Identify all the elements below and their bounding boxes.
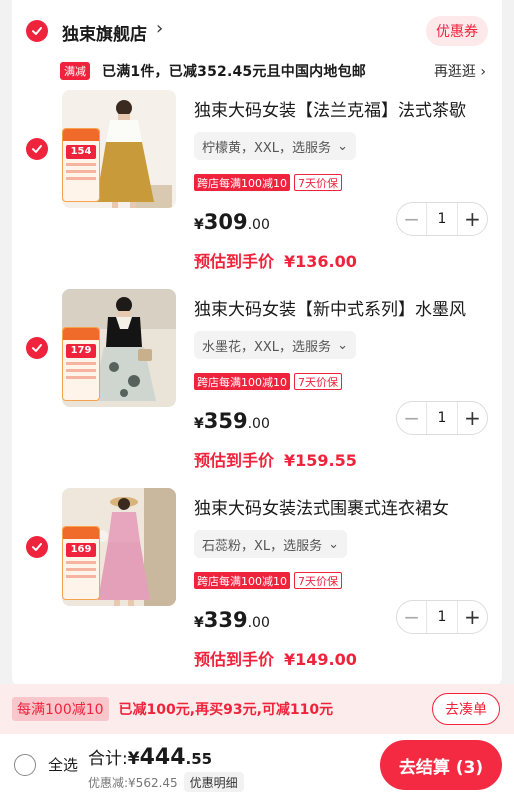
total-currency: ¥ [127,749,140,769]
select-all-radio-icon[interactable] [14,754,36,776]
total-amount: 合计:¥444.55 [88,744,212,770]
price-decimal: .00 [247,217,270,233]
browse-more-link[interactable]: 再逛逛 › [434,61,486,81]
promo-bar-text: 已减100元,再买93元,可减110元 [118,702,334,718]
checkout-bar: 全选 合计:¥444.55 优惠减:¥562.45 优惠明细 去结算 (3) [0,734,514,800]
plus-icon[interactable]: + [458,402,487,434]
coupon-button[interactable]: 优惠券 [426,16,488,46]
select-all-label[interactable]: 全选 [48,754,78,775]
plus-icon[interactable]: + [458,601,487,633]
estimated-label: 预估到手价 [194,650,275,669]
chevron-right-icon[interactable]: › [156,18,163,39]
estimated-value: ¥136.00 [284,252,357,271]
cart-item: 169 独束大码女装法式围裹式连衣裙女 石蕊粉，XL，选服务 ⌄ 跨店每满100… [12,488,502,673]
badge-price: 169 [66,543,96,557]
promo-bar-tag: 每满100减10 [12,697,109,721]
cross-store-tag: 跨店每满100减10 [194,572,290,589]
badge-price: 154 [66,145,96,159]
price-protect-tag: 7天价保 [294,174,342,191]
item-check-icon[interactable] [26,138,48,160]
cross-store-tag: 跨店每满100减10 [194,373,290,390]
discount-text: 优惠减:¥562.45 [88,775,178,790]
price-currency: ¥ [194,416,204,432]
price-integer: 339 [203,608,248,632]
sku-text: 石蕊粉，XL，选服务 [202,538,323,554]
chevron-down-icon: ⌄ [337,337,348,353]
tag-list: 跨店每满100减10 7天价保 [194,174,342,192]
price-protect-tag: 7天价保 [294,572,342,589]
shop-header[interactable]: 独束旗舰店 › 优惠券 [12,14,502,48]
discount-detail-button[interactable]: 优惠明细 [183,772,244,792]
estimated-price: 预估到手价 ¥149.00 [194,646,357,670]
product-title[interactable]: 独束大码女装【新中式系列】水墨风 [194,295,494,320]
quantity-value[interactable]: 1 [426,601,458,633]
add-more-button[interactable]: 去凑单 [432,693,500,725]
checkout-button[interactable]: 去结算 (3) [380,740,502,790]
estimated-label: 预估到手价 [194,252,275,271]
minus-icon[interactable]: − [397,601,426,633]
item-check-icon[interactable] [26,536,48,558]
sku-text: 水墨花，XXL，选服务 [202,339,332,355]
product-image[interactable]: 179 [62,289,176,407]
quantity-stepper: − 1 + [396,401,488,435]
estimated-price: 预估到手价 ¥159.55 [194,447,357,471]
badge-price: 179 [66,344,96,358]
price-currency: ¥ [194,615,204,631]
product-title[interactable]: 独束大码女装【法兰克福】法式茶歇 [194,96,494,121]
minus-icon[interactable]: − [397,203,426,235]
quantity-stepper: − 1 + [396,600,488,634]
cross-store-tag: 跨店每满100减10 [194,174,290,191]
promo-tag: 满减 [60,62,90,80]
check-icon [32,344,42,352]
chevron-down-icon: ⌄ [337,138,348,154]
minus-icon[interactable]: − [397,402,426,434]
shop-name[interactable]: 独束旗舰店 [62,20,147,45]
item-check-icon[interactable] [26,337,48,359]
total-decimal: .55 [185,750,213,768]
price-badge: 179 [62,327,100,401]
price-badge: 169 [62,526,100,600]
item-price: ¥339.00 [194,608,270,632]
promo-bar: 每满100减10 已减100元,再买93元,可减110元 去凑单 [0,684,514,734]
check-icon [32,145,42,153]
tag-list: 跨店每满100减10 7天价保 [194,572,342,590]
quantity-stepper: − 1 + [396,202,488,236]
estimated-label: 预估到手价 [194,451,275,470]
cart-item: 179 独束大码女装【新中式系列】水墨风 水墨花，XXL，选服务 ⌄ 跨店每满1… [12,289,502,474]
discount-row: 优惠减:¥562.45 优惠明细 [88,772,244,792]
tag-list: 跨店每满100减10 7天价保 [194,373,342,391]
sku-selector[interactable]: 水墨花，XXL，选服务 ⌄ [194,331,356,359]
chevron-down-icon: ⌄ [328,536,340,552]
price-decimal: .00 [247,615,270,631]
product-image[interactable]: 154 [62,90,176,208]
shop-card: 独束旗舰店 › 优惠券 满减 已满1件，已减352.45元且中国内地包邮 再逛逛… [12,0,502,690]
price-integer: 309 [203,210,248,234]
price-currency: ¥ [194,217,204,233]
total-label: 合计: [88,749,128,769]
product-title[interactable]: 独束大码女装法式围裹式连衣裙女 [194,494,494,519]
sku-selector[interactable]: 柠檬黄，XXL，选服务 ⌄ [194,132,356,160]
product-image[interactable]: 169 [62,488,176,606]
price-protect-tag: 7天价保 [294,373,342,390]
item-price: ¥309.00 [194,210,270,234]
estimated-value: ¥159.55 [284,451,357,470]
quantity-value[interactable]: 1 [426,203,458,235]
price-decimal: .00 [247,416,270,432]
total-integer: 444 [139,745,186,770]
sku-selector[interactable]: 石蕊粉，XL，选服务 ⌄ [194,530,348,558]
shop-check-icon[interactable] [26,20,48,42]
promo-text: 已满1件，已减352.45元且中国内地包邮 [102,64,366,80]
price-badge: 154 [62,128,100,202]
check-icon [32,27,42,35]
item-price: ¥359.00 [194,409,270,433]
promo-row: 满减 已满1件，已减352.45元且中国内地包邮 再逛逛 › [12,60,502,84]
quantity-value[interactable]: 1 [426,402,458,434]
estimated-value: ¥149.00 [284,650,357,669]
sku-text: 柠檬黄，XXL，选服务 [202,140,332,156]
plus-icon[interactable]: + [458,203,487,235]
estimated-price: 预估到手价 ¥136.00 [194,248,357,272]
cart-item: 154 独束大码女装【法兰克福】法式茶歇 柠檬黄，XXL，选服务 ⌄ 跨店每满1… [12,90,502,275]
price-integer: 359 [203,409,248,433]
check-icon [32,543,42,551]
